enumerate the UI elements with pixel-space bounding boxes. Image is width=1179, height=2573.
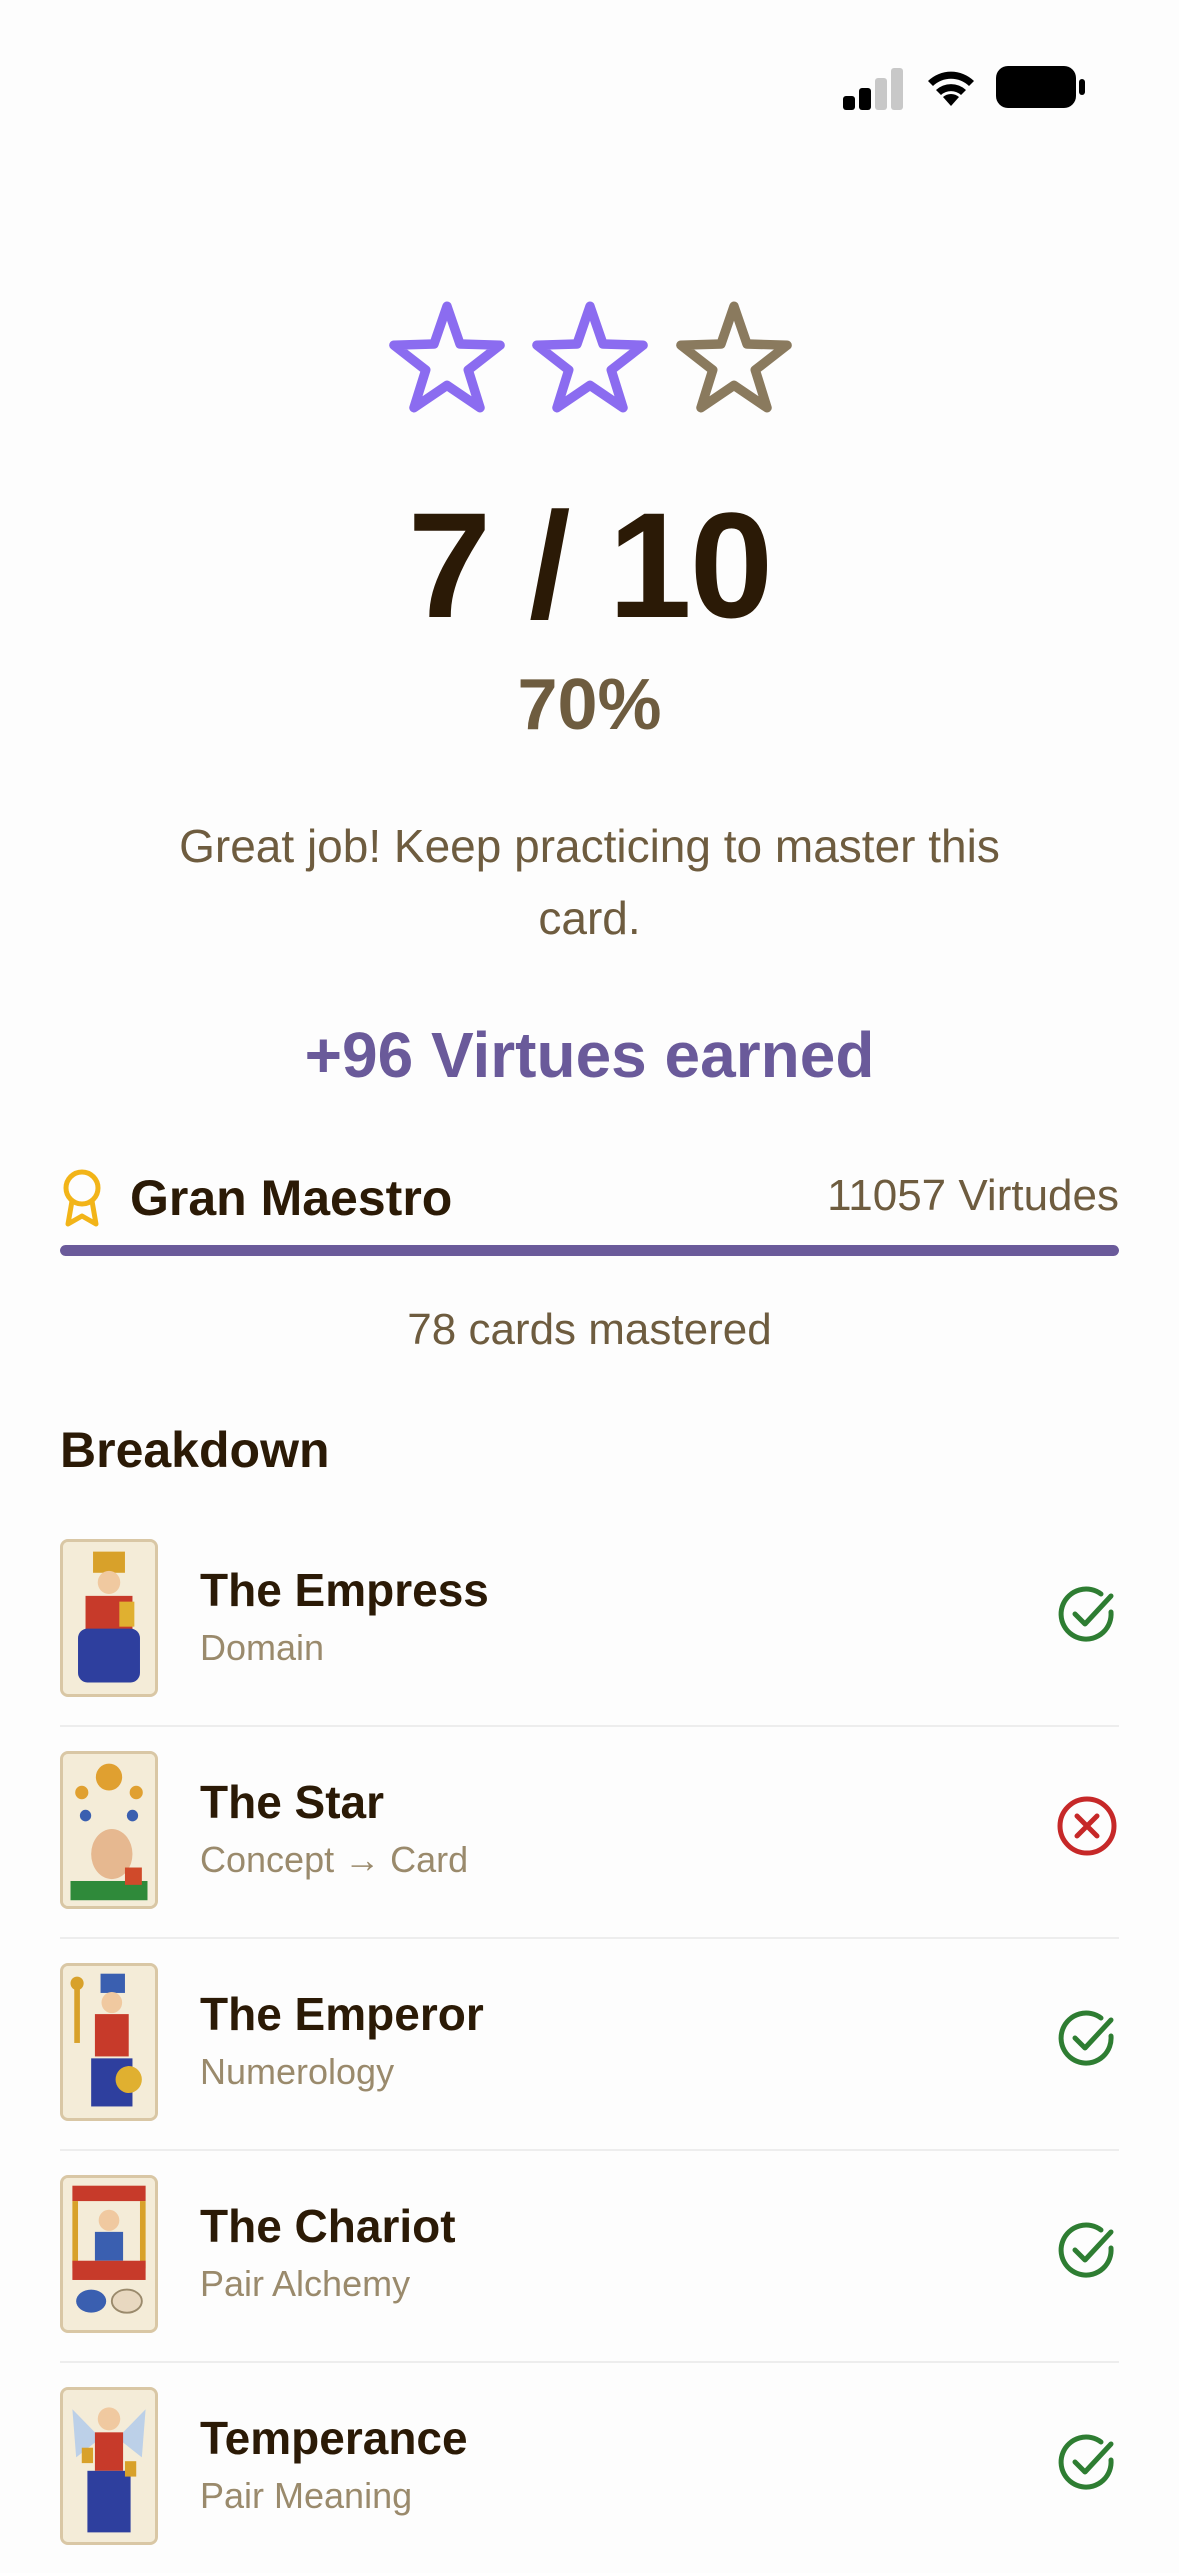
tarot-card-thumbnail [60, 1539, 158, 1697]
status-bar [0, 0, 1179, 170]
breakdown-item[interactable]: The Chariot Pair Alchemy [60, 2151, 1119, 2363]
check-circle-icon [1058, 1586, 1114, 1642]
star-icon [389, 301, 505, 413]
breakdown-item[interactable]: The Star Concept → Card [60, 1727, 1119, 1939]
tarot-card-thumbnail [60, 1963, 158, 2121]
rank-row: Gran Maestro 11057 Virtudes [60, 1160, 1119, 1240]
check-circle-icon [1058, 2222, 1114, 2278]
rank-progress-bar [60, 1245, 1119, 1256]
tarot-card-thumbnail [60, 1751, 158, 1909]
score-value: 7 / 10 [407, 481, 773, 649]
virtues-earned: +96 Virtues earned [304, 1019, 875, 1091]
card-name: The Emperor [200, 1988, 484, 2040]
battery-icon [996, 66, 1085, 108]
cards-mastered: 78 cards mastered [407, 1305, 772, 1354]
rank-progress-fill [60, 1245, 1119, 1256]
question-type: Concept → Card [200, 1839, 469, 1880]
tarot-card-thumbnail [60, 2387, 158, 2545]
card-name: The Chariot [200, 2200, 456, 2252]
star-icon [532, 301, 648, 413]
question-type: Numerology [200, 2051, 395, 2092]
star-rating [0, 300, 1179, 420]
card-name: The Empress [200, 1564, 489, 1616]
rank-name: Gran Maestro [130, 1170, 453, 1226]
star-icon [676, 301, 792, 413]
x-circle-icon [1057, 1796, 1117, 1856]
card-name: Temperance [200, 2412, 468, 2464]
breakdown-item[interactable]: The Empress Domain [60, 1515, 1119, 1727]
breakdown-list: The Empress Domain The Star Concept → Ca… [60, 1515, 1119, 2573]
feedback-message: Great job! Keep practicing to master thi… [179, 820, 1000, 944]
breakdown-item[interactable]: The Emperor Numerology [60, 1939, 1119, 2151]
breakdown-item[interactable]: Temperance Pair Meaning [60, 2363, 1119, 2573]
check-circle-icon [1058, 2010, 1114, 2066]
award-ribbon-icon [63, 1169, 101, 1227]
breakdown-title: Breakdown [60, 1422, 330, 1478]
question-type: Pair Alchemy [200, 2263, 411, 2304]
cellular-signal-icon [843, 66, 905, 110]
question-type: Pair Meaning [200, 2475, 413, 2516]
card-name: The Star [200, 1776, 385, 1828]
check-circle-icon [1058, 2434, 1114, 2490]
rank-virtues: 11057 Virtudes [827, 1171, 1119, 1220]
wifi-icon [928, 71, 974, 106]
tarot-card-thumbnail [60, 2175, 158, 2333]
question-type: Domain [200, 1627, 325, 1668]
score-percent: 70% [517, 665, 662, 745]
